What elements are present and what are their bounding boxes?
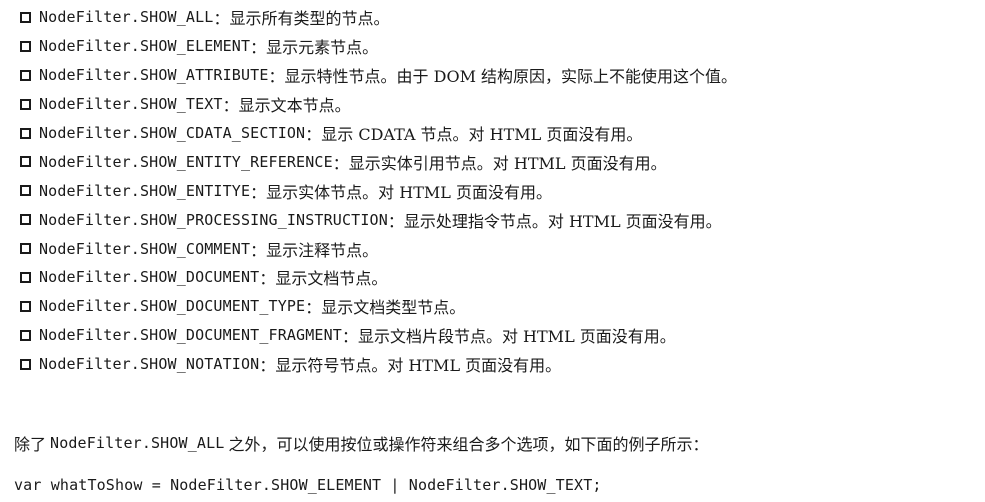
checkbox-bullet-icon — [20, 214, 31, 226]
constant-description: ：显示文档节点。 — [259, 269, 388, 289]
constant-description: ：显示所有类型的节点。 — [213, 9, 390, 29]
constant-name: NodeFilter.SHOW_ENTITYE — [39, 181, 251, 200]
explanation-paragraph: 除了 NodeFilter.SHOW_ALL 之外，可以使用按位或操作符来组合多… — [14, 431, 708, 455]
constant-name: NodeFilter.SHOW_DOCUMENT_TYPE — [39, 297, 306, 316]
constant-name: NodeFilter.SHOW_NOTATION — [39, 355, 260, 374]
checkbox-bullet-icon — [20, 271, 31, 283]
list-item: NodeFilter.SHOW_DOCUMENT_TYPE ：显示文档类型节点。 — [20, 292, 737, 321]
constant-description: ：显示文档片段节点。对 HTML 页面没有用。 — [341, 327, 676, 347]
checkbox-bullet-icon — [20, 98, 31, 110]
list-item: NodeFilter.SHOW_COMMENT ：显示注释节点。 — [20, 234, 737, 263]
paragraph-suffix: 之外，可以使用按位或操作符来组合多个选项，如下面的例子所示： — [228, 435, 709, 454]
constant-name: NodeFilter.SHOW_DOCUMENT_FRAGMENT — [39, 326, 342, 345]
checkbox-bullet-icon — [20, 11, 31, 23]
checkbox-bullet-icon — [20, 300, 31, 312]
constant-description: ：显示文本节点。 — [222, 96, 351, 116]
constant-name: NodeFilter.SHOW_PROCESSING_INSTRUCTION — [39, 210, 388, 229]
code-example-line: var whatToShow = NodeFilter.SHOW_ELEMENT… — [14, 476, 602, 494]
list-item: NodeFilter.SHOW_NOTATION ：显示符号节点。对 HTML … — [20, 350, 737, 379]
list-item: NodeFilter.SHOW_ENTITYE ：显示实体节点。对 HTML 页… — [20, 176, 737, 205]
constant-name: NodeFilter.SHOW_DOCUMENT — [39, 268, 260, 287]
checkbox-bullet-icon — [20, 156, 31, 168]
checkbox-bullet-icon — [20, 243, 31, 255]
constant-name: NodeFilter.SHOW_COMMENT — [39, 239, 251, 258]
checkbox-bullet-icon — [20, 127, 31, 139]
paragraph-code: NodeFilter.SHOW_ALL — [50, 434, 225, 452]
constant-description: ：显示特性节点。由于 DOM 结构原因，实际上不能使用这个值。 — [268, 67, 738, 87]
constant-name: NodeFilter.SHOW_CDATA_SECTION — [39, 124, 306, 142]
list-item: NodeFilter.SHOW_ENTITY_REFERENCE ：显示实体引用… — [20, 147, 737, 176]
constant-name: NodeFilter.SHOW_ATTRIBUTE — [39, 66, 269, 85]
checkbox-bullet-icon — [20, 69, 31, 81]
list-item: NodeFilter.SHOW_DOCUMENT ：显示文档节点。 — [20, 263, 737, 292]
constant-description: ：显示实体节点。对 HTML 页面没有用。 — [250, 182, 552, 202]
constant-description: ：显示符号节点。对 HTML 页面没有用。 — [259, 356, 562, 376]
list-item: NodeFilter.SHOW_TEXT ：显示文本节点。 — [20, 90, 737, 119]
list-item: NodeFilter.SHOW_ALL ：显示所有类型的节点。 — [20, 3, 737, 32]
document-page: NodeFilter.SHOW_ALL ：显示所有类型的节点。 NodeFilt… — [0, 0, 985, 502]
constant-name: NodeFilter.SHOW_ALL — [39, 8, 214, 27]
checkbox-bullet-icon — [20, 40, 31, 52]
constant-description: ：显示注释节点。 — [250, 240, 379, 260]
list-item: NodeFilter.SHOW_ELEMENT ：显示元素节点。 — [20, 32, 737, 61]
constant-name: NodeFilter.SHOW_ENTITY_REFERENCE — [39, 152, 333, 171]
constant-description: ：显示元素节点。 — [250, 38, 379, 58]
constant-name: NodeFilter.SHOW_TEXT — [39, 95, 223, 114]
constant-description: ：显示 CDATA 节点。对 HTML 页面没有用。 — [305, 125, 643, 144]
checkbox-bullet-icon — [20, 329, 31, 341]
list-item: NodeFilter.SHOW_DOCUMENT_FRAGMENT ：显示文档片… — [20, 321, 737, 350]
constant-name: NodeFilter.SHOW_ELEMENT — [39, 37, 251, 56]
checkbox-bullet-icon — [20, 358, 31, 370]
list-item: NodeFilter.SHOW_PROCESSING_INSTRUCTION ：… — [20, 205, 737, 234]
constant-description: ：显示实体引用节点。对 HTML 页面没有用。 — [332, 153, 667, 173]
list-item: NodeFilter.SHOW_CDATA_SECTION ：显示 CDATA … — [20, 119, 737, 148]
checkbox-bullet-icon — [20, 185, 31, 197]
list-item: NodeFilter.SHOW_ATTRIBUTE ：显示特性节点。由于 DOM… — [20, 61, 737, 90]
filter-constant-list: NodeFilter.SHOW_ALL ：显示所有类型的节点。 NodeFilt… — [20, 3, 737, 379]
constant-description: ：显示文档类型节点。 — [305, 298, 466, 318]
constant-description: ：显示处理指令节点。对 HTML 页面没有用。 — [387, 211, 722, 231]
paragraph-prefix: 除了 — [14, 435, 47, 454]
